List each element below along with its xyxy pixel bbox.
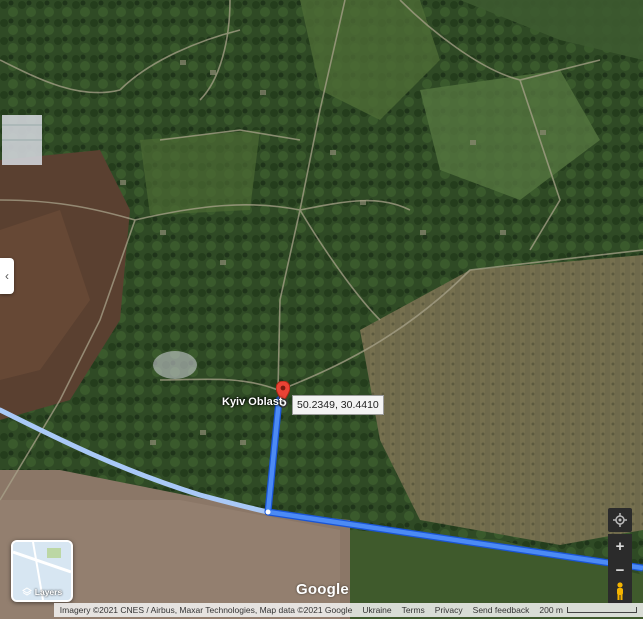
scale-bar [567, 607, 637, 613]
scale-label: 200 m [539, 605, 563, 615]
layers-label: Layers [34, 587, 63, 597]
place-label[interactable]: Kyiv Oblast [222, 396, 283, 408]
crosshair-icon [613, 513, 627, 527]
zoom-in-button[interactable]: + [608, 534, 632, 558]
satellite-imagery [0, 0, 643, 619]
map-footer: Imagery ©2021 CNES / Airbus, Maxar Techn… [0, 603, 643, 617]
privacy-link[interactable]: Privacy [435, 605, 463, 615]
map-controls: + − [608, 508, 632, 582]
layers-button[interactable]: Layers [11, 540, 73, 602]
terms-link[interactable]: Terms [402, 605, 425, 615]
street-view-pegman-button[interactable] [608, 578, 632, 604]
google-logo: Google [296, 581, 349, 598]
scale-control[interactable]: 200 m [539, 605, 637, 615]
imagery-attribution: Imagery ©2021 CNES / Airbus, Maxar Techn… [59, 605, 353, 615]
send-feedback-link[interactable]: Send feedback [473, 605, 530, 615]
pegman-icon [617, 582, 623, 600]
chevron-left-icon: ‹ [5, 269, 9, 283]
coordinates-tooltip[interactable]: 50.2349, 30.4410 [292, 395, 384, 415]
satellite-map[interactable]: ‹ Kyiv Oblast 50.2349, 30.4410 Layers + … [0, 0, 643, 619]
country-link[interactable]: Ukraine [362, 605, 391, 615]
collapse-side-panel-button[interactable]: ‹ [0, 258, 14, 294]
my-location-button[interactable] [608, 508, 632, 532]
layers-icon [21, 587, 32, 596]
